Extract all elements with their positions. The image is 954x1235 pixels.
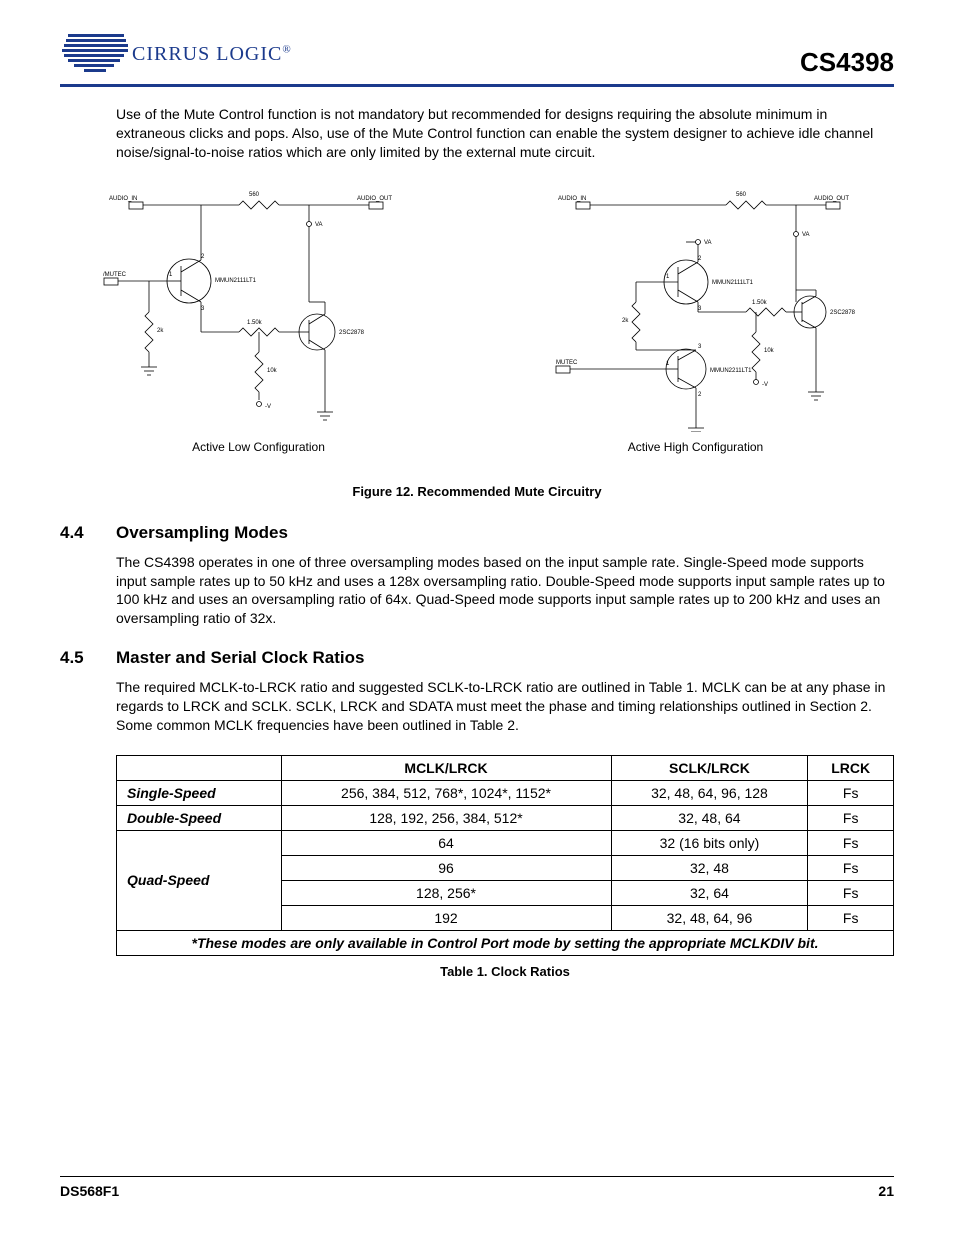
- svg-text:1: 1: [666, 361, 670, 367]
- circuit-diagram-low-icon: AUDIO_IN 560 AUDIO_OUT VA /MUTEC MMUN211…: [99, 182, 419, 432]
- cirrus-logo-icon: [60, 30, 132, 78]
- circuit-caption-high: Active High Configuration: [628, 440, 763, 454]
- table-row: Double-Speed 128, 192, 256, 384, 512* 32…: [117, 805, 894, 830]
- page-header: CIRRUS LOGIC® CS4398: [60, 30, 894, 87]
- table-1-caption: Table 1. Clock Ratios: [116, 964, 894, 979]
- svg-text:AUDIO_OUT: AUDIO_OUT: [814, 196, 849, 202]
- svg-text:MMUN2111LT1: MMUN2111LT1: [712, 280, 754, 286]
- svg-text:2SC2878: 2SC2878: [830, 310, 856, 316]
- section-num-45: 4.5: [60, 648, 116, 668]
- section-title-44: Oversampling Modes: [116, 523, 288, 543]
- section-4-4-text: The CS4398 operates in one of three over…: [116, 553, 894, 629]
- svg-text:2k: 2k: [157, 328, 164, 334]
- section-4-4-heading: 4.4 Oversampling Modes: [60, 523, 894, 543]
- svg-text:1: 1: [666, 274, 670, 280]
- svg-text:10k: 10k: [267, 368, 278, 374]
- section-title-45: Master and Serial Clock Ratios: [116, 648, 364, 668]
- th-lrck: LRCK: [808, 755, 894, 780]
- page-footer: DS568F1 21: [60, 1176, 894, 1199]
- figure-12-caption: Figure 12. Recommended Mute Circuitry: [60, 484, 894, 499]
- svg-text:2: 2: [698, 392, 702, 398]
- svg-text:2k: 2k: [622, 318, 629, 324]
- svg-text:AUDIO_IN: AUDIO_IN: [109, 196, 137, 202]
- svg-text:VA: VA: [802, 232, 810, 238]
- svg-text:-V: -V: [762, 382, 768, 388]
- th-sclk: SCLK/LRCK: [611, 755, 808, 780]
- logo-text: CIRRUS LOGIC®: [132, 43, 292, 66]
- svg-text:VA: VA: [315, 222, 323, 228]
- registered-mark: ®: [282, 43, 291, 55]
- th-mclk: MCLK/LRCK: [281, 755, 611, 780]
- circuit-diagram-high-icon: AUDIO_IN 560 AUDIO_OUT VA VA MMUN2111LT1: [536, 182, 856, 432]
- svg-text:1: 1: [169, 272, 173, 278]
- table-footnote-row: *These modes are only available in Contr…: [117, 930, 894, 955]
- table-row: Single-Speed 256, 384, 512, 768*, 1024*,…: [117, 780, 894, 805]
- svg-text:1.50k: 1.50k: [752, 300, 768, 306]
- section-4-5-text: The required MCLK-to-LRCK ratio and sugg…: [116, 678, 894, 735]
- svg-text:2: 2: [201, 254, 205, 260]
- svg-text:MMUN2211LT1: MMUN2211LT1: [710, 368, 752, 374]
- page-number: 21: [878, 1183, 894, 1199]
- svg-text:VA: VA: [704, 240, 712, 246]
- svg-text:MUTEC: MUTEC: [556, 360, 578, 366]
- svg-text:AUDIO_IN: AUDIO_IN: [558, 196, 586, 202]
- svg-text:2SC2878: 2SC2878: [339, 330, 365, 336]
- svg-text:-V: -V: [265, 404, 271, 410]
- circuit-active-high: AUDIO_IN 560 AUDIO_OUT VA VA MMUN2111LT1: [536, 182, 856, 454]
- circuit-caption-low: Active Low Configuration: [192, 440, 325, 454]
- section-4-5-heading: 4.5 Master and Serial Clock Ratios: [60, 648, 894, 668]
- intro-paragraph: Use of the Mute Control function is not …: [116, 105, 894, 162]
- svg-text:/MUTEC: /MUTEC: [103, 272, 127, 278]
- svg-text:3: 3: [698, 344, 702, 350]
- svg-text:10k: 10k: [764, 348, 775, 354]
- cirrus-logo: CIRRUS LOGIC®: [60, 30, 292, 78]
- svg-text:2: 2: [698, 256, 702, 262]
- svg-text:3: 3: [698, 306, 702, 312]
- clock-ratios-table: MCLK/LRCK SCLK/LRCK LRCK Single-Speed 25…: [116, 755, 894, 956]
- svg-text:560: 560: [736, 192, 747, 198]
- svg-text:1.50k: 1.50k: [247, 320, 263, 326]
- part-number: CS4398: [800, 47, 894, 78]
- th-blank: [117, 755, 282, 780]
- svg-text:560: 560: [249, 192, 260, 198]
- circuit-active-low: AUDIO_IN 560 AUDIO_OUT VA /MUTEC MMUN211…: [99, 182, 419, 454]
- mute-circuitry-figure: AUDIO_IN 560 AUDIO_OUT VA /MUTEC MMUN211…: [60, 182, 894, 454]
- table-row: Quad-Speed 64 32 (16 bits only) Fs: [117, 830, 894, 855]
- svg-text:MMUN2111LT1: MMUN2111LT1: [215, 278, 257, 284]
- svg-text:AUDIO_OUT: AUDIO_OUT: [357, 196, 392, 202]
- doc-id: DS568F1: [60, 1183, 119, 1199]
- svg-text:3: 3: [201, 306, 205, 312]
- section-num-44: 4.4: [60, 523, 116, 543]
